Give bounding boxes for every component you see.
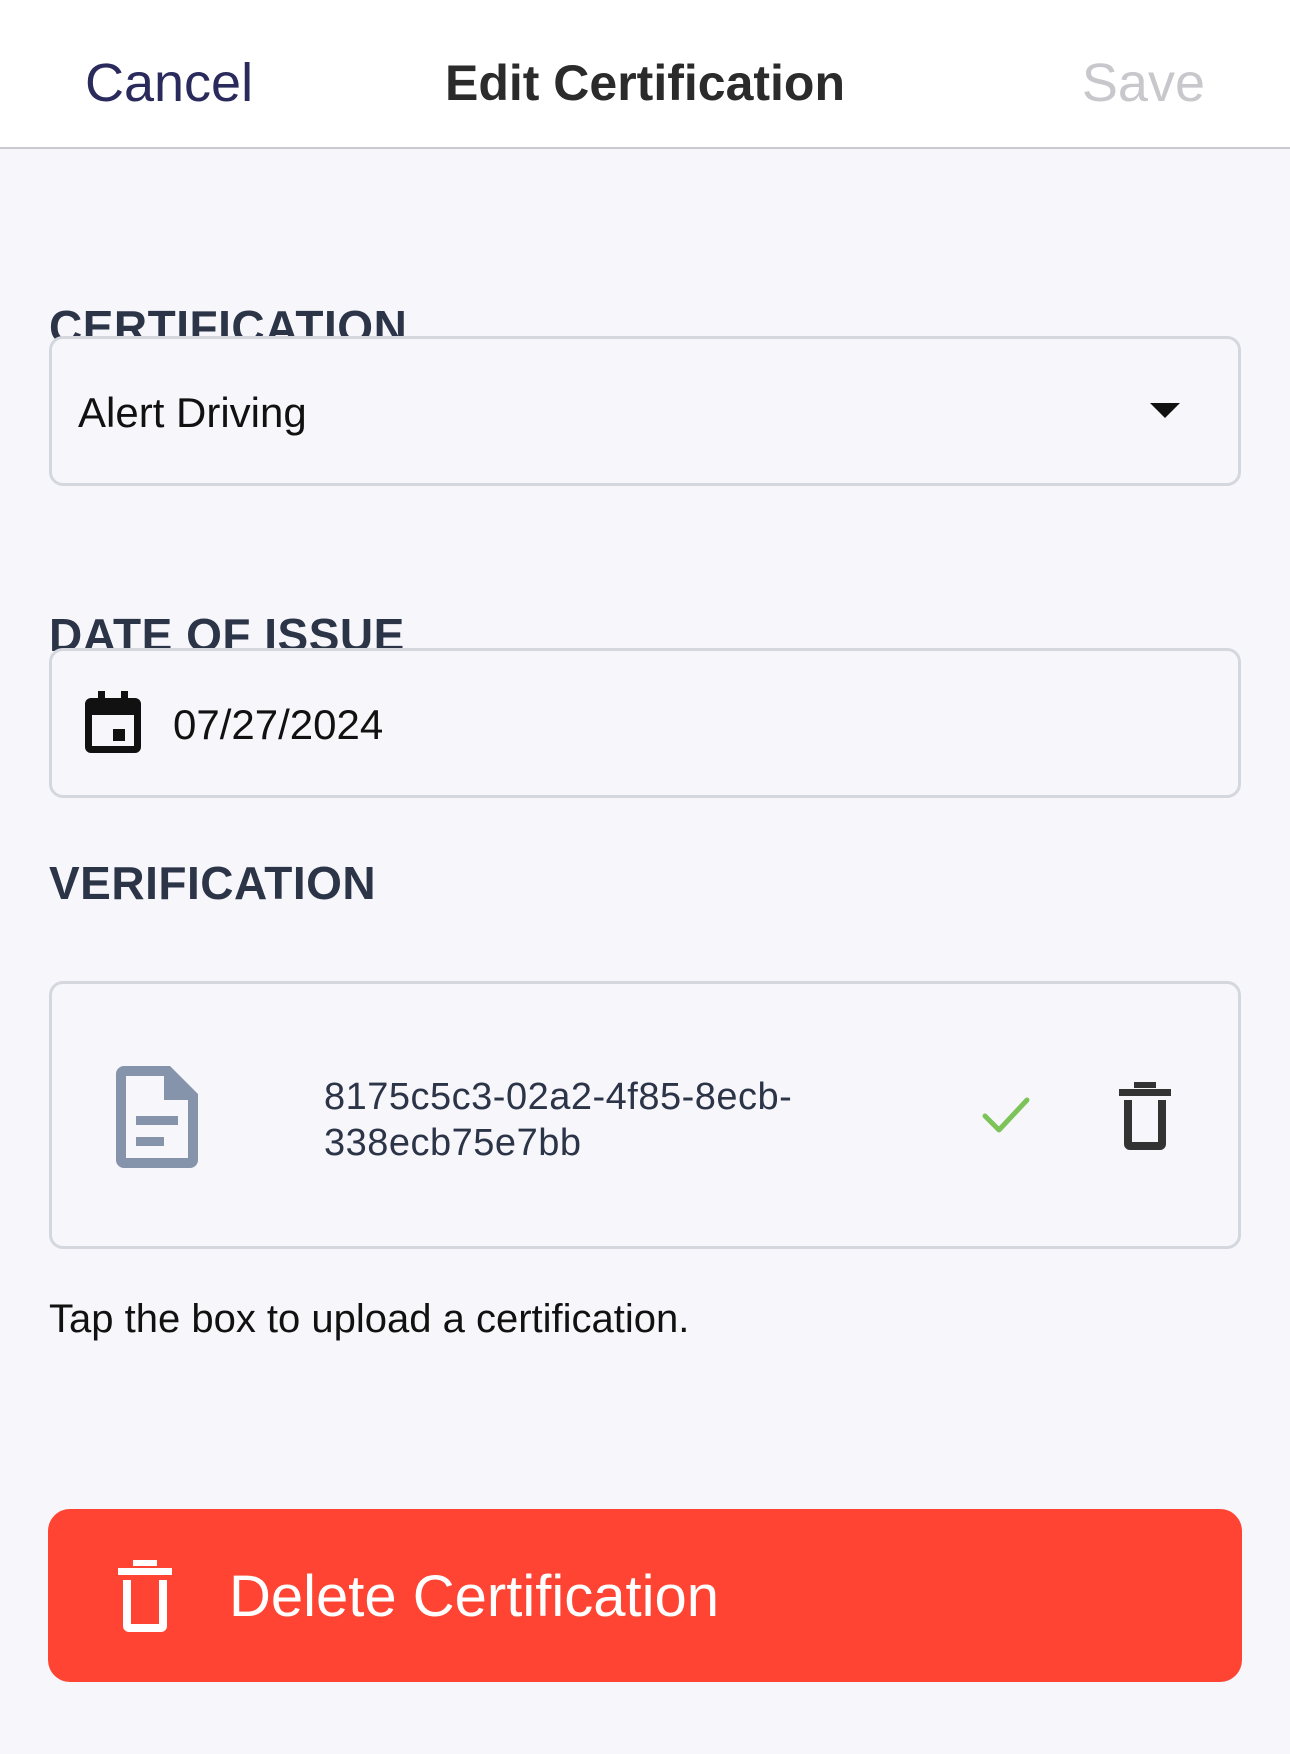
- document-icon: [116, 1066, 198, 1168]
- trash-icon[interactable]: [1119, 1082, 1171, 1150]
- calendar-icon: [85, 691, 141, 753]
- file-name: 8175c5c3-02a2-4f85-8ecb- 338ecb75e7bb: [324, 1074, 884, 1166]
- chevron-down-icon: [1150, 403, 1180, 418]
- certification-selected-value: Alert Driving: [78, 389, 307, 436]
- upload-helper-text: Tap the box to upload a certification.: [49, 1297, 690, 1341]
- trash-icon: [118, 1560, 172, 1632]
- checkmark-icon: [982, 1097, 1030, 1133]
- delete-certification-label: Delete Certification: [229, 1564, 719, 1629]
- date-of-issue-field[interactable]: 07/27/2024: [49, 648, 1241, 798]
- navigation-bar: Cancel Edit Certification Save: [0, 0, 1290, 149]
- delete-certification-button[interactable]: Delete Certification: [48, 1509, 1242, 1682]
- certification-select[interactable]: Alert Driving: [49, 336, 1241, 486]
- save-button[interactable]: Save: [1082, 52, 1205, 114]
- upload-box[interactable]: 8175c5c3-02a2-4f85-8ecb- 338ecb75e7bb: [49, 981, 1241, 1249]
- date-value: 07/27/2024: [173, 701, 384, 748]
- verification-section-label: VERIFICATION: [49, 857, 377, 909]
- file-name-line-2: 338ecb75e7bb: [324, 1122, 582, 1164]
- file-name-line-1: 8175c5c3-02a2-4f85-8ecb-: [324, 1076, 793, 1118]
